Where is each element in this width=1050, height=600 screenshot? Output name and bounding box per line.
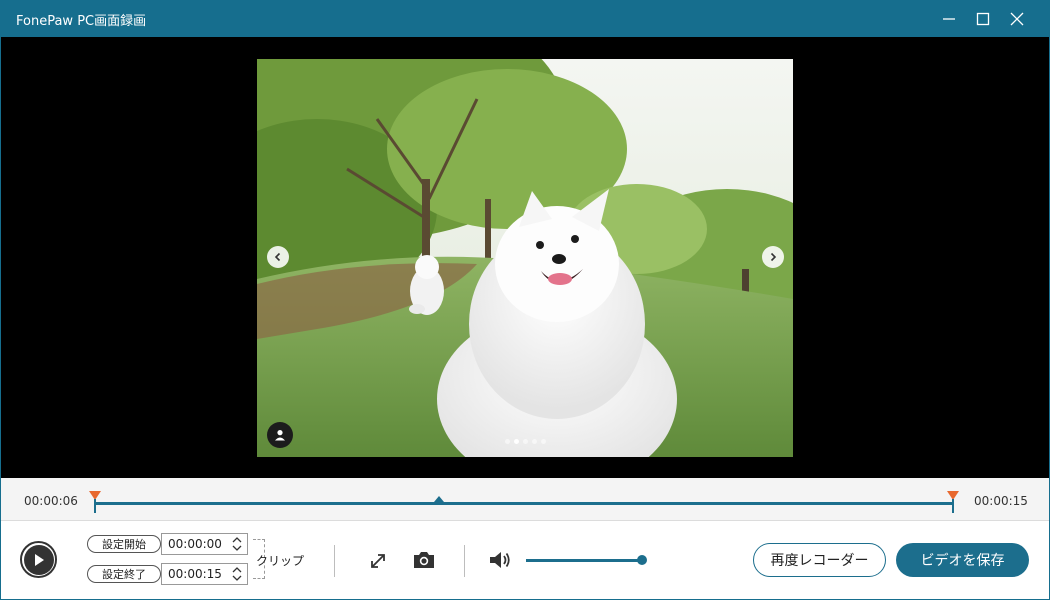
re-record-button[interactable]: 再度レコーダー bbox=[753, 543, 886, 577]
clip-start-time-value: 00:00:00 bbox=[168, 537, 222, 551]
carousel-dot bbox=[523, 439, 528, 444]
close-icon bbox=[1010, 12, 1024, 25]
set-end-button[interactable]: 設定終了 bbox=[87, 565, 161, 583]
play-icon bbox=[34, 553, 44, 566]
expand-icon bbox=[371, 554, 385, 568]
carousel-dot bbox=[532, 439, 537, 444]
fullscreen-button[interactable] bbox=[366, 549, 390, 573]
clip-end-time-value: 00:00:15 bbox=[168, 567, 222, 581]
dog-photo-image bbox=[257, 59, 793, 457]
divider bbox=[464, 545, 465, 577]
carousel-dot bbox=[541, 439, 546, 444]
volume-button[interactable] bbox=[487, 548, 513, 572]
title-bar: FonePaw PC画面録画 bbox=[0, 0, 1050, 37]
close-button[interactable] bbox=[1000, 0, 1034, 37]
volume-icon bbox=[490, 552, 510, 568]
clip-end-time-field[interactable]: 00:00:15 bbox=[161, 563, 248, 585]
camera-icon bbox=[414, 552, 434, 568]
video-preview bbox=[1, 37, 1049, 478]
user-icon bbox=[275, 430, 285, 441]
clip-end-marker[interactable] bbox=[947, 491, 959, 513]
save-video-button[interactable]: ビデオを保存 bbox=[896, 543, 1029, 577]
recorded-frame-photo bbox=[257, 59, 793, 457]
spinner-icon[interactable] bbox=[231, 536, 243, 552]
clip-start-time-field[interactable]: 00:00:00 bbox=[161, 533, 248, 555]
divider bbox=[334, 545, 335, 577]
playhead-indicator[interactable] bbox=[434, 496, 444, 502]
snapshot-button[interactable] bbox=[411, 548, 437, 572]
carousel-dots bbox=[505, 439, 546, 444]
carousel-prev-button[interactable] bbox=[267, 246, 289, 268]
set-start-button[interactable]: 設定開始 bbox=[87, 535, 161, 553]
carousel-next-button[interactable] bbox=[762, 246, 784, 268]
window-title: FonePaw PC画面録画 bbox=[16, 14, 147, 29]
clip-start-marker[interactable] bbox=[89, 491, 101, 513]
chevron-right-icon bbox=[770, 252, 777, 262]
user-badge bbox=[267, 422, 293, 448]
maximize-button[interactable] bbox=[966, 0, 1000, 37]
spinner-icon[interactable] bbox=[231, 566, 243, 582]
play-button[interactable] bbox=[20, 541, 57, 578]
control-bar: 設定開始 00:00:00 設定終了 00:00:15 クリップ 再度レコーダー… bbox=[0, 521, 1050, 600]
carousel-dot-active bbox=[514, 439, 519, 444]
maximize-icon bbox=[976, 12, 990, 25]
total-time: 00:00:15 bbox=[974, 494, 1028, 508]
volume-slider-handle[interactable] bbox=[637, 555, 647, 565]
timeline-bar: 00:00:06 00:00:15 bbox=[0, 478, 1050, 521]
current-time: 00:00:06 bbox=[24, 494, 78, 508]
timeline-track[interactable] bbox=[96, 502, 954, 505]
chevron-left-icon bbox=[274, 252, 281, 262]
volume-slider-track[interactable] bbox=[526, 559, 642, 562]
carousel-dot bbox=[505, 439, 510, 444]
minimize-button[interactable] bbox=[932, 0, 966, 37]
minimize-icon bbox=[943, 17, 955, 20]
clip-button[interactable]: クリップ bbox=[256, 552, 304, 569]
